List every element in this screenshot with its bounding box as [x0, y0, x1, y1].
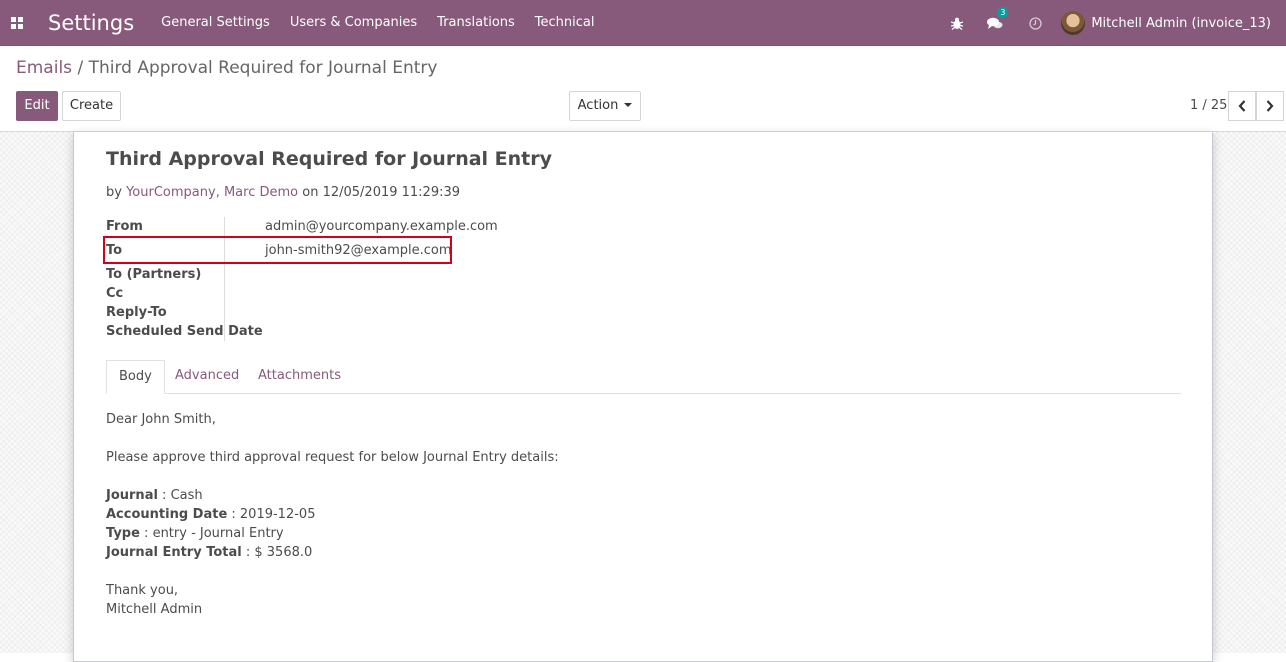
detail-value: : entry - Journal Entry — [139, 526, 284, 541]
form-sheet: Third Approval Required for Journal Entr… — [73, 132, 1213, 662]
apps-menu-icon[interactable] — [1, 0, 33, 46]
debug-bug-icon[interactable] — [947, 0, 967, 46]
create-button[interactable]: Create — [62, 91, 121, 121]
detail-accounting-date: Accounting Date : 2019-12-05 — [106, 505, 559, 524]
notebook-tabs: Body Advanced Attachments — [106, 360, 1181, 394]
breadcrumb-current: Third Approval Required for Journal Entr… — [88, 58, 438, 78]
user-menu[interactable]: Mitchell Admin (invoice_13) — [1091, 16, 1271, 31]
breadcrumb: Emails / Third Approval Required for Jou… — [16, 58, 437, 78]
detail-value: : 2019-12-05 — [227, 507, 316, 522]
field-label: Scheduled Send Date — [106, 324, 263, 339]
menu-general-settings[interactable]: General Settings — [161, 15, 270, 30]
chevron-left-icon — [1238, 100, 1246, 112]
app-title: Settings — [48, 10, 135, 35]
field-cc: Cc — [106, 284, 486, 303]
menu-translations[interactable]: Translations — [437, 15, 515, 30]
pager-previous-button[interactable] — [1228, 91, 1256, 121]
detail-label: Accounting Date — [106, 507, 228, 522]
message-count-badge: 3 — [997, 7, 1009, 18]
field-label: To (Partners) — [106, 267, 202, 282]
menu-users-companies[interactable]: Users & Companies — [290, 15, 417, 30]
edit-button[interactable]: Edit — [16, 91, 58, 121]
pager-value[interactable]: 1 / 25 — [1190, 98, 1227, 113]
author-link[interactable]: YourCompany, Marc Demo — [126, 185, 298, 200]
pager-next-button[interactable] — [1256, 91, 1284, 121]
chevron-right-icon — [1266, 100, 1274, 112]
detail-value: : $ 3568.0 — [241, 545, 313, 560]
field-label: From — [106, 219, 143, 234]
to-field-highlight-box — [103, 236, 452, 264]
action-label: Action — [577, 98, 619, 113]
detail-label: Type — [106, 526, 140, 541]
body-greeting: Dear John Smith, — [106, 412, 216, 427]
messages-chat-icon[interactable]: 3 — [981, 0, 1009, 46]
detail-value: : Cash — [157, 488, 203, 503]
field-to-partners: To (Partners) — [106, 265, 486, 284]
body-intro: Please approve third approval request fo… — [106, 450, 559, 465]
email-meta: by YourCompany, Marc Demo on 12/05/2019 … — [106, 185, 460, 200]
field-reply-to: Reply-To — [106, 303, 486, 322]
caret-down-icon — [624, 103, 633, 107]
action-dropdown-button[interactable]: Action — [569, 91, 641, 121]
detail-type: Type : entry - Journal Entry — [106, 524, 559, 543]
control-panel: Emails / Third Approval Required for Jou… — [0, 46, 1286, 132]
activity-clock-icon[interactable] — [1027, 0, 1043, 46]
meta-date: on 12/05/2019 11:29:39 — [302, 185, 461, 200]
tab-advanced[interactable]: Advanced — [163, 360, 251, 394]
user-avatar[interactable] — [1061, 11, 1086, 35]
body-closing: Thank you, — [106, 583, 179, 598]
email-body: Dear John Smith, Please approve third ap… — [106, 410, 559, 619]
menu-technical[interactable]: Technical — [535, 15, 595, 30]
field-scheduled-send-date: Scheduled Send Date — [106, 322, 486, 341]
field-label: Reply-To — [106, 305, 167, 320]
top-navbar: Settings General Settings Users & Compan… — [0, 0, 1286, 46]
detail-journal-entry-total: Journal Entry Total : $ 3568.0 — [106, 543, 559, 562]
tab-body[interactable]: Body — [106, 360, 165, 394]
detail-label: Journal Entry Total — [106, 545, 242, 560]
form-view-background: Third Approval Required for Journal Entr… — [0, 132, 1286, 662]
field-label: Cc — [106, 286, 124, 301]
tab-attachments[interactable]: Attachments — [246, 360, 353, 394]
detail-label: Journal — [106, 488, 158, 503]
email-subject-title: Third Approval Required for Journal Entr… — [106, 148, 553, 170]
meta-by: by — [106, 185, 122, 200]
field-value: admin@yourcompany.example.com — [265, 219, 498, 234]
breadcrumb-separator: / — [77, 58, 84, 78]
detail-journal: Journal : Cash — [106, 486, 559, 505]
body-signature: Mitchell Admin — [106, 602, 203, 617]
breadcrumb-emails-link[interactable]: Emails — [16, 58, 72, 78]
field-from: From admin@yourcompany.example.com — [106, 217, 498, 236]
